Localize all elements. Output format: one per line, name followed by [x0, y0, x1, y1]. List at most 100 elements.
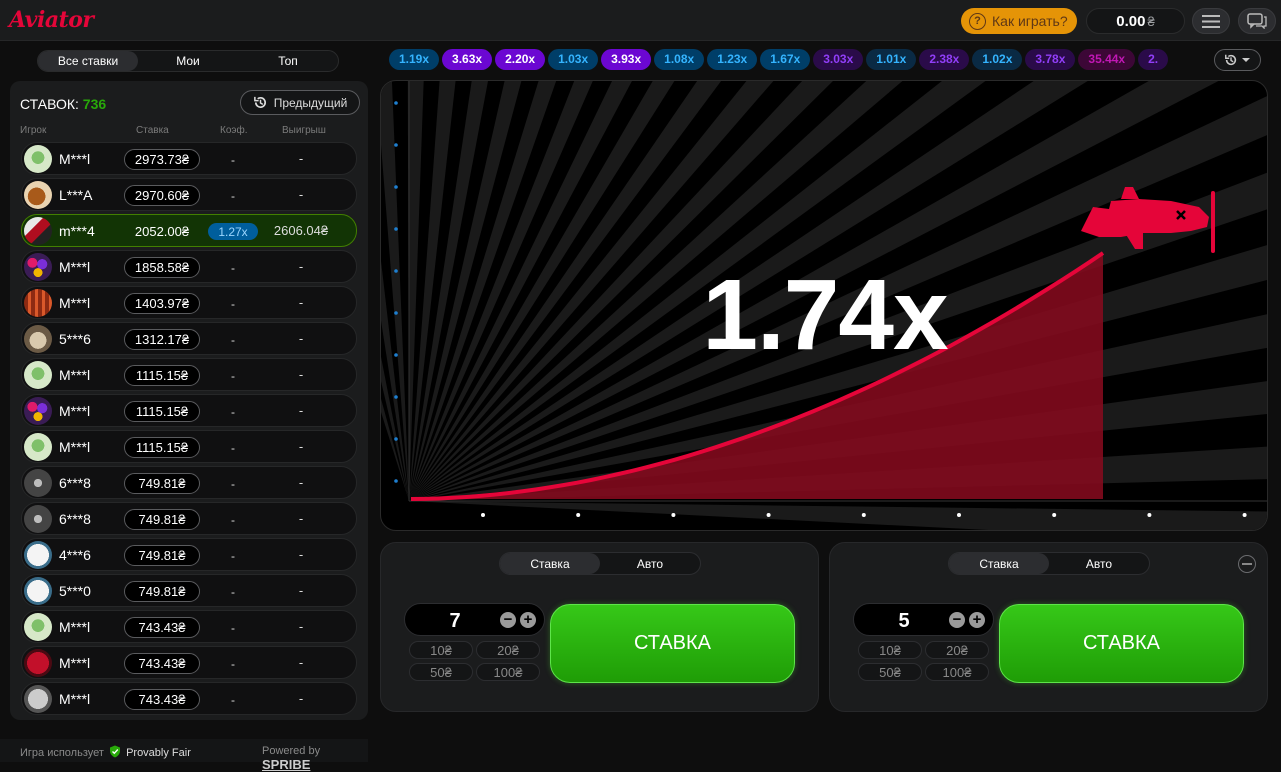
- quick-bet-20[interactable]: 20₴: [925, 641, 989, 659]
- player-name: 6***8: [59, 511, 91, 527]
- tab-auto[interactable]: Авто: [600, 553, 700, 574]
- player-name: M***l: [59, 403, 91, 419]
- y-axis-dot: [394, 185, 398, 189]
- history-multiplier[interactable]: 2.: [1138, 49, 1169, 70]
- bet-amount: 2973.73₴: [124, 149, 200, 170]
- tab-auto[interactable]: Авто: [1049, 553, 1149, 574]
- stake-input[interactable]: 7 − +: [404, 603, 545, 636]
- how-to-play-label: Как играть?: [992, 13, 1068, 29]
- avatar: [24, 217, 52, 245]
- tab-all-bets[interactable]: Все ставки: [38, 51, 138, 71]
- left-panel: Все ставки Мои Топ СТАВОК: 736 Предыдущи…: [0, 42, 378, 772]
- avatar: [24, 541, 52, 569]
- player-name: M***l: [59, 655, 91, 671]
- y-axis-dot: [394, 395, 398, 399]
- cashout-coef: -: [231, 152, 235, 167]
- bet-amount: 743.43₴: [124, 653, 200, 674]
- stake-input[interactable]: 5 − +: [853, 603, 994, 636]
- cashout-coef: -: [231, 296, 235, 311]
- win-amount: -: [298, 619, 304, 634]
- player-name: L***A: [59, 187, 93, 203]
- history-multiplier[interactable]: 3.78x: [1025, 49, 1076, 70]
- how-to-play-button[interactable]: ? Как играть?: [961, 8, 1077, 34]
- bets-title: СТАВОК:: [20, 96, 79, 112]
- place-bet-button[interactable]: СТАВКА: [550, 604, 795, 683]
- bet-panel-2: Ставка Авто 5 − + 10₴ 20₴ 50₴ 100₴ СТАВК…: [829, 542, 1268, 712]
- history-multiplier[interactable]: 3.03x: [813, 49, 864, 70]
- stake-value[interactable]: 7: [405, 610, 505, 633]
- previous-round-button[interactable]: Предыдущий: [240, 90, 360, 115]
- quick-bet-10[interactable]: 10₴: [409, 641, 473, 659]
- stake-value[interactable]: 5: [854, 610, 954, 633]
- provably-fair-note[interactable]: Игра использует Provably Fair: [20, 745, 191, 759]
- tab-bet[interactable]: Ставка: [949, 553, 1049, 574]
- remove-panel-button[interactable]: [1238, 555, 1256, 573]
- history-multiplier[interactable]: 1.03x: [548, 49, 599, 70]
- history-multiplier[interactable]: 1.01x: [866, 49, 917, 70]
- cashout-coef: -: [231, 440, 235, 455]
- bet-amount: 743.43₴: [124, 617, 200, 638]
- spribe-logo[interactable]: SPRIBE: [262, 757, 310, 772]
- quick-bet-100[interactable]: 100₴: [925, 663, 989, 681]
- bet-amount: 2052.00₴: [134, 224, 190, 239]
- minus-button[interactable]: −: [949, 612, 965, 628]
- quick-bet-20[interactable]: 20₴: [476, 641, 540, 659]
- player-name: M***l: [59, 367, 91, 383]
- minus-icon: [1242, 563, 1252, 565]
- bet-row: M***l 743.43₴ - -: [21, 646, 357, 679]
- history-multiplier[interactable]: 2.38x: [919, 49, 970, 70]
- history-toggle-button[interactable]: [1214, 49, 1261, 71]
- tab-bet[interactable]: Ставка: [500, 553, 600, 574]
- history-multiplier[interactable]: 1.08x: [654, 49, 705, 70]
- bets-count-label: СТАВОК: 736: [20, 96, 106, 112]
- history-multiplier[interactable]: 1.02x: [972, 49, 1023, 70]
- history-multiplier[interactable]: 3.93x: [601, 49, 652, 70]
- bet-row: M***l 1115.15₴ - -: [21, 430, 357, 463]
- cashout-coef: -: [231, 548, 235, 563]
- bet-amount: 1115.15₴: [124, 365, 200, 386]
- powered-by-text: Powered by: [262, 745, 321, 757]
- cashout-coef: -: [231, 620, 235, 635]
- plus-button[interactable]: +: [969, 612, 985, 628]
- history-multiplier[interactable]: 3.63x: [442, 49, 493, 70]
- chat-button[interactable]: [1238, 8, 1276, 34]
- bet-mode-switch: Ставка Авто: [499, 552, 701, 575]
- quick-bet-100[interactable]: 100₴: [476, 663, 540, 681]
- shield-check-icon: [110, 745, 120, 758]
- history-multiplier[interactable]: 1.19x: [389, 49, 440, 70]
- bet-row: M***l 743.43₴ - -: [21, 682, 357, 715]
- bet-panel-1: Ставка Авто 7 − + 10₴ 20₴ 50₴ 100₴ СТАВК…: [380, 542, 819, 712]
- quick-bet-10[interactable]: 10₴: [858, 641, 922, 659]
- history-multiplier[interactable]: 1.23x: [707, 49, 758, 70]
- quick-bet-50[interactable]: 50₴: [409, 663, 473, 681]
- win-amount: -: [298, 367, 304, 382]
- history-multiplier[interactable]: 1.67x: [760, 49, 811, 70]
- win-amount: -: [298, 691, 304, 706]
- bet-amount: 1115.15₴: [124, 401, 200, 422]
- bet-amount: 2970.60₴: [124, 185, 200, 206]
- menu-button[interactable]: [1192, 8, 1230, 34]
- cashout-coef: -: [231, 188, 235, 203]
- background-ray: [409, 501, 1267, 530]
- quick-bet-50[interactable]: 50₴: [858, 663, 922, 681]
- bet-row: M***l 1858.58₴ - -: [21, 250, 357, 283]
- player-name: M***l: [59, 691, 91, 707]
- tab-top[interactable]: Топ: [238, 51, 338, 71]
- history-multiplier[interactable]: 2.20x: [495, 49, 546, 70]
- balance-currency: ₴: [1147, 13, 1155, 29]
- x-axis-dot: [861, 513, 866, 517]
- tab-my-bets[interactable]: Мои: [138, 51, 238, 71]
- plus-button[interactable]: +: [520, 612, 536, 628]
- cashout-coef: -: [231, 584, 235, 599]
- place-bet-button[interactable]: СТАВКА: [999, 604, 1244, 683]
- x-axis-dot: [957, 513, 961, 517]
- col-coef: Коэф.: [220, 125, 248, 136]
- aviator-logo[interactable]: Aviator: [9, 7, 94, 33]
- powered-by: Powered by SPRIBE: [262, 745, 368, 772]
- bet-row: 6***8 749.81₴ - -: [21, 502, 357, 535]
- x-axis-dot: [1147, 513, 1152, 517]
- bet-amount: 749.81₴: [124, 545, 200, 566]
- history-multiplier[interactable]: 35.44x: [1078, 49, 1136, 70]
- bet-amount: 749.81₴: [124, 509, 200, 530]
- minus-button[interactable]: −: [500, 612, 516, 628]
